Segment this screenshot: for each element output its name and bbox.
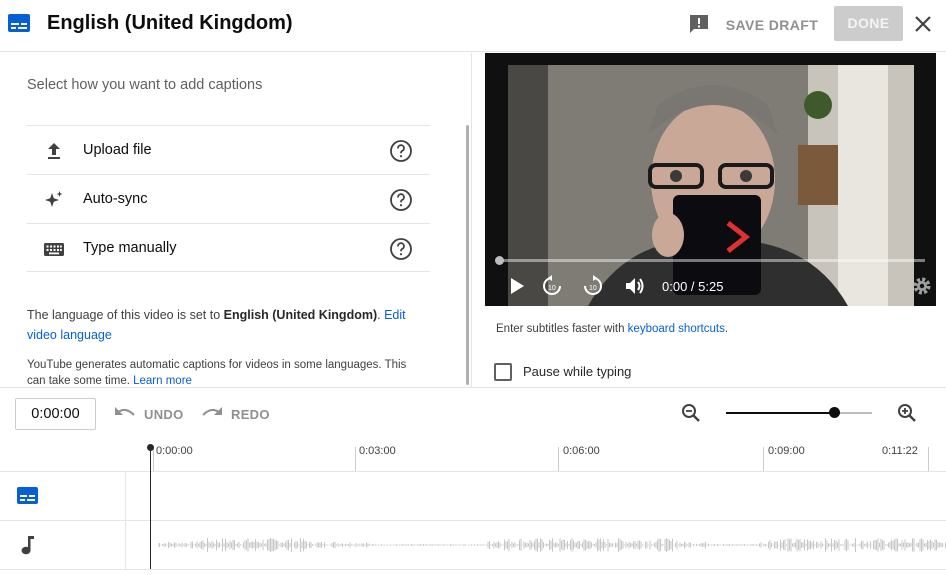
- player-timecode: 0:00 / 5:25: [662, 279, 724, 294]
- timeline-tick-label: 0:03:00: [359, 445, 396, 457]
- zoom-in-icon[interactable]: [896, 402, 918, 424]
- close-icon[interactable]: [910, 11, 936, 37]
- timeline-tick: [763, 447, 764, 471]
- music-note-icon: [21, 536, 34, 555]
- timeline-tick-label: 0:00:00: [156, 445, 193, 457]
- keyboard-icon: [44, 243, 64, 256]
- upload-file-label: Upload file: [83, 142, 152, 158]
- redo-icon: [202, 407, 222, 416]
- editor-header: English (United Kingdom) SAVE DRAFT DONE: [0, 0, 946, 52]
- undo-icon: [115, 407, 135, 416]
- track-divider: [0, 520, 946, 521]
- timeline-tick-label: 0:06:00: [563, 445, 600, 457]
- timeline-tick: [153, 447, 154, 471]
- timeline-tick: [928, 447, 929, 471]
- svg-text:10: 10: [589, 285, 597, 292]
- settings-gear-icon[interactable]: [911, 275, 933, 297]
- timecode-input[interactable]: [15, 398, 96, 430]
- timeline[interactable]: 0:00:00 0:03:00 0:06:00 0:09:00 0:11:22: [0, 441, 946, 575]
- timeline-end-label: 0:11:22: [882, 445, 918, 457]
- zoom-out-icon[interactable]: [680, 402, 702, 424]
- upload-icon: [48, 143, 60, 159]
- hint-prefix: Enter subtitles faster with: [496, 323, 628, 335]
- auto-captions-text: YouTube generates automatic captions for…: [27, 359, 407, 387]
- done-button[interactable]: DONE: [834, 6, 903, 41]
- playhead-handle[interactable]: [147, 444, 154, 451]
- type-manually-option[interactable]: Type manually: [27, 223, 430, 272]
- type-manually-label: Type manually: [83, 240, 177, 256]
- page-title: English (United Kingdom): [47, 12, 293, 34]
- redo-label: REDO: [231, 407, 270, 422]
- timeline-tick: [355, 447, 356, 471]
- keyboard-shortcuts-link[interactable]: keyboard shortcuts: [628, 323, 725, 335]
- caption-method-prompt: Select how you want to add captions: [27, 77, 263, 93]
- track-divider: [0, 569, 946, 570]
- svg-text:10: 10: [548, 285, 556, 292]
- timeline-playhead[interactable]: [150, 448, 151, 569]
- zoom-slider-remaining: [840, 412, 872, 414]
- scrollbar[interactable]: [466, 125, 469, 385]
- subtitles-icon: [8, 14, 30, 32]
- progress-scrubber[interactable]: [495, 256, 504, 265]
- preview-panel: 10 10 0:00 / 5:25 Enter subtitles faster…: [473, 53, 946, 387]
- forward-10-icon[interactable]: 10: [582, 275, 604, 297]
- help-icon[interactable]: [389, 237, 413, 261]
- hint-suffix: .: [724, 323, 729, 335]
- rewind-10-icon[interactable]: 10: [541, 275, 563, 297]
- learn-more-link[interactable]: Learn more: [133, 375, 192, 387]
- keyboard-shortcuts-hint: Enter subtitles faster with keyboard sho…: [496, 323, 728, 335]
- timeline-tick-label: 0:09:00: [768, 445, 805, 457]
- zoom-slider-thumb[interactable]: [829, 407, 840, 418]
- auto-captions-note: YouTube generates automatic captions for…: [27, 357, 427, 387]
- progress-bar[interactable]: [497, 259, 925, 262]
- timeline-tick: [558, 447, 559, 471]
- upload-file-option[interactable]: Upload file: [27, 125, 430, 174]
- play-icon[interactable]: [506, 275, 528, 297]
- undo-label: UNDO: [144, 407, 184, 422]
- caption-track-icon: [17, 487, 38, 504]
- video-player[interactable]: 10 10 0:00 / 5:25: [485, 53, 936, 306]
- timeline-ruler: [0, 471, 946, 472]
- sparkle-icon: [45, 191, 63, 207]
- auto-sync-option[interactable]: Auto-sync: [27, 174, 430, 223]
- caption-method-list: Upload file Auto-sync Type manually: [27, 125, 430, 272]
- caption-method-panel: Select how you want to add captions Uplo…: [0, 53, 472, 387]
- help-icon[interactable]: [389, 139, 413, 163]
- video-language-note: The language of this video is set to Eng…: [27, 305, 432, 345]
- video-frame: [508, 65, 914, 306]
- language-note-prefix: The language of this video is set to: [27, 308, 224, 322]
- video-language-value: English (United Kingdom): [223, 308, 378, 322]
- feedback-icon[interactable]: [688, 13, 710, 35]
- help-icon[interactable]: [389, 188, 413, 212]
- pause-while-typing-label: Pause while typing: [523, 364, 632, 379]
- auto-sync-label: Auto-sync: [83, 191, 148, 207]
- volume-icon[interactable]: [624, 275, 646, 297]
- pause-while-typing-checkbox[interactable]: [494, 363, 512, 381]
- timeline-toolbar: UNDO REDO: [0, 387, 946, 441]
- save-draft-button[interactable]: SAVE DRAFT: [718, 10, 826, 40]
- audio-waveform: [158, 538, 946, 552]
